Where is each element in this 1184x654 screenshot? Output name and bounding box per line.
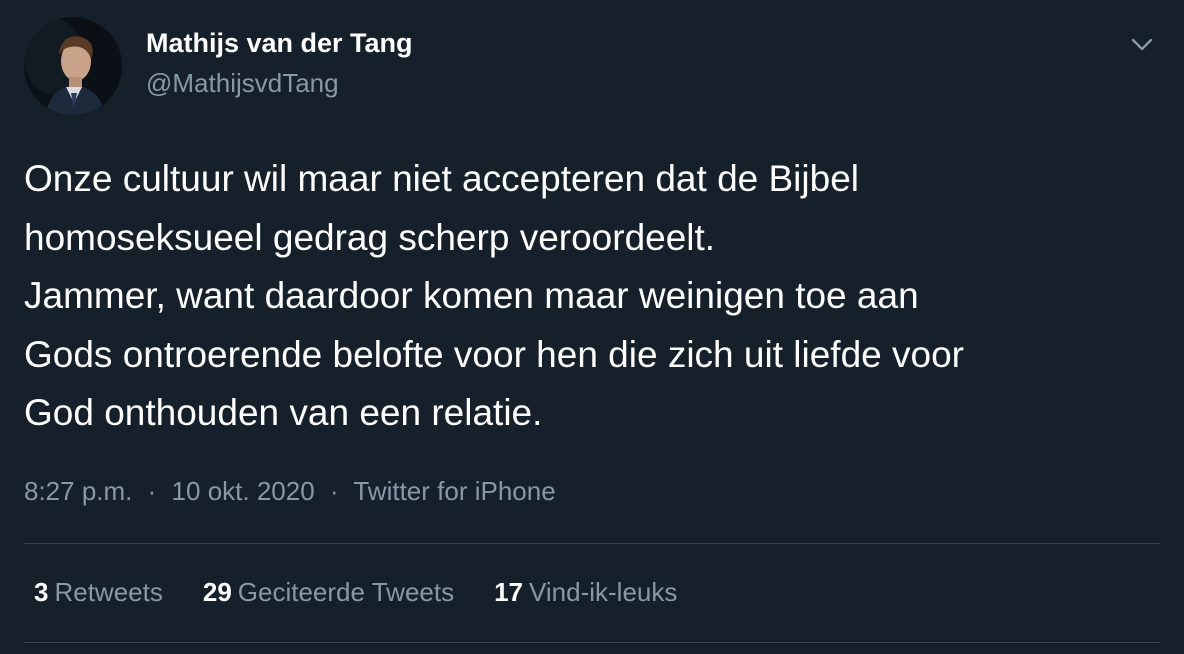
tweet-text-line: God onthouden van een relatie. <box>24 392 543 433</box>
quote-tweets-label: Geciteerde Tweets <box>237 577 455 607</box>
separator-dot: · <box>147 476 157 506</box>
separator-dot: · <box>329 476 339 506</box>
avatar[interactable] <box>24 17 122 115</box>
tweet-date[interactable]: 10 okt. 2020 <box>172 476 315 506</box>
tweet-metadata: 8:27 p.m. · 10 okt. 2020 · Twitter for i… <box>24 476 556 507</box>
avatar-image <box>24 17 122 115</box>
divider <box>24 642 1160 643</box>
divider <box>24 543 1160 544</box>
likes-stat[interactable]: 17 Vind-ik-leuks <box>494 577 677 608</box>
tweet-text: Onze cultuur wil maar niet accepteren da… <box>24 150 1164 443</box>
tweet-time[interactable]: 8:27 p.m. <box>24 476 132 506</box>
user-handle[interactable]: @MathijsvdTang <box>146 68 339 99</box>
tweet-text-line: Gods ontroerende belofte voor hen die zi… <box>24 333 964 375</box>
display-name[interactable]: Mathijs van der Tang <box>146 28 413 59</box>
retweets-count: 3 <box>34 577 49 607</box>
chevron-down-icon[interactable] <box>1126 28 1158 60</box>
retweets-label: Retweets <box>54 577 163 607</box>
retweets-stat[interactable]: 3 Retweets <box>34 577 163 608</box>
quote-tweets-count: 29 <box>202 577 232 607</box>
likes-label: Vind-ik-leuks <box>529 577 678 607</box>
quote-tweets-stat[interactable]: 29 Geciteerde Tweets <box>203 577 454 608</box>
tweet-text-line: Onze cultuur wil maar niet accepteren da… <box>24 158 859 199</box>
tweet-text-line: Jammer, want daardoor komen maar weinige… <box>24 275 919 316</box>
tweet-text-line: homoseksueel gedrag scherp veroordeelt. <box>24 216 716 258</box>
tweet-source[interactable]: Twitter for iPhone <box>353 476 555 506</box>
tweet-stats: 3 Retweets 29 Geciteerde Tweets 17 Vind-ik-… <box>34 577 677 608</box>
likes-count: 17 <box>494 577 524 607</box>
